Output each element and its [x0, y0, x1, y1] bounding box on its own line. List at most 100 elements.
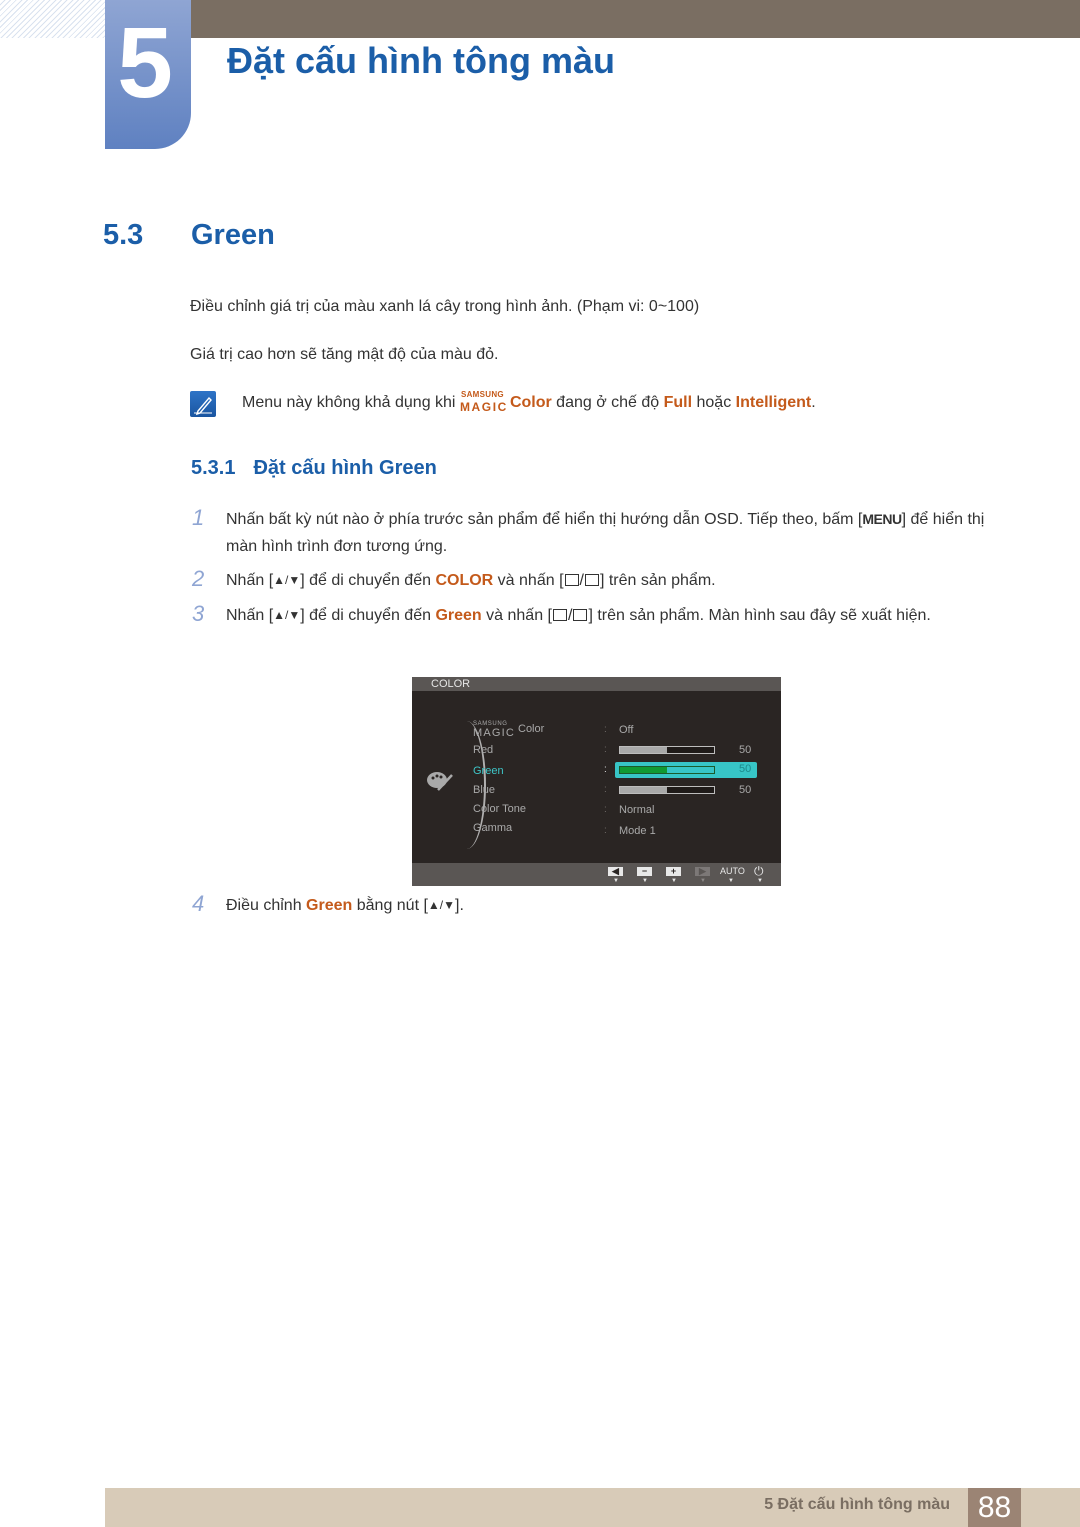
down-marker-icon: ▼: [642, 878, 648, 884]
up-down-arrows-icon: ▲/▼: [427, 898, 456, 912]
osd-colon: :: [604, 724, 607, 735]
osd-colon: :: [604, 784, 607, 795]
osd-magic-word: Color: [518, 723, 545, 735]
step-1: Nhấn bất kỳ nút nào ở phía trước sản phẩ…: [226, 506, 1006, 560]
step-3: Nhấn [▲/▼] để di chuyển đến Green và nhấ…: [226, 602, 1006, 629]
up-down-arrows-icon: ▲/▼: [273, 608, 301, 622]
step-number: 3: [192, 601, 205, 626]
paragraph-density: Giá trị cao hơn sẽ tăng mật độ của màu đ…: [190, 346, 499, 363]
note-prefix: Menu này không khả dụng khi: [242, 394, 460, 411]
osd-colon: :: [604, 825, 607, 836]
step-text: ].: [455, 897, 464, 914]
step-4: Điều chỉnh Green bằng nút [▲/▼].: [226, 892, 1006, 919]
osd-gamma-value: Mode 1: [619, 825, 656, 837]
mode-intelligent: Intelligent: [735, 394, 812, 411]
step-text: ] để di chuyển đến: [300, 607, 436, 624]
power-icon[interactable]: ⏻: [754, 864, 764, 879]
note-text: Menu này không khả dụng khi SAMSUNG MAGIC…: [242, 390, 816, 414]
step-text: và nhấn [: [493, 572, 564, 589]
osd-item-green[interactable]: Green: [473, 765, 504, 777]
palette-icon: [426, 769, 454, 798]
source-button-icon: [564, 574, 579, 586]
osd-title: COLOR: [431, 678, 471, 690]
step-text: Nhấn [: [226, 572, 274, 589]
plus-icon[interactable]: +: [666, 867, 681, 876]
up-down-arrows-icon: ▲/▼: [273, 573, 301, 587]
step-text: bằng nút [: [352, 897, 428, 914]
osd-slider-fill: [620, 767, 667, 773]
osd-green-highlight: 50: [615, 762, 757, 778]
mode-full: Full: [663, 394, 693, 411]
step-2: Nhấn [▲/▼] để di chuyển đến COLOR và nhấ…: [226, 567, 1006, 594]
osd-colon: :: [604, 744, 607, 755]
note-middle: đang ở chế độ: [551, 394, 664, 411]
down-marker-icon: ▼: [613, 878, 619, 884]
osd-green-slider[interactable]: [619, 766, 715, 774]
chapter-title: Đặt cấu hình tông màu: [227, 40, 616, 81]
header-hatch-pattern: [0, 0, 105, 38]
osd-screenshot: COLOR SAMSUNG MAGIC Color : Off Red : 50…: [412, 677, 781, 886]
osd-colon: :: [604, 764, 607, 775]
menu-key: MENU: [862, 511, 902, 527]
magic-small: SAMSUNG: [460, 390, 504, 399]
down-marker-icon: ▼: [671, 878, 677, 884]
step-text: Điều chỉnh: [226, 897, 307, 914]
step-number: 1: [192, 505, 205, 530]
step-number: 4: [192, 891, 205, 916]
right-arrow-icon: ▶: [695, 867, 710, 876]
osd-colon: :: [604, 804, 607, 815]
osd-red-slider[interactable]: [619, 746, 715, 754]
step-text: Nhấn bất kỳ nút nào ở phía trước sản phẩ…: [226, 511, 863, 528]
step-text: ] trên sản phẩm.: [599, 572, 716, 589]
enter-button-icon: [573, 609, 588, 621]
minus-icon[interactable]: −: [637, 867, 652, 876]
osd-blue-slider[interactable]: [619, 786, 715, 794]
subsection-heading: 5.3.1 Đặt cấu hình Green: [191, 457, 437, 480]
osd-color-tone-value: Normal: [619, 804, 655, 816]
chapter-number: 5: [117, 7, 173, 119]
step-text: và nhấn [: [481, 607, 552, 624]
down-marker-icon: ▼: [700, 878, 706, 884]
subsection-title: Đặt cấu hình Green: [253, 457, 437, 479]
osd-magic-big: MAGIC: [473, 727, 516, 739]
section-number: 5.3: [103, 219, 144, 251]
osd-slider-fill: [620, 747, 667, 753]
note-or: hoặc: [692, 394, 736, 411]
osd-footer: ◀ ▼ − ▼ + ▼ ▶ ▼ AUTO ▼ ⏻ ▼: [412, 863, 781, 886]
down-marker-icon: ▼: [728, 878, 734, 884]
step-target: COLOR: [435, 572, 494, 589]
header-bar: [190, 0, 1080, 38]
footer-chapter-title: 5 Đặt cấu hình tông màu: [764, 1496, 950, 1513]
step-target: Green: [306, 897, 353, 914]
magic-color-word: Color: [509, 394, 552, 411]
osd-slider-fill: [620, 787, 667, 793]
paragraph-range: Điều chỉnh giá trị của màu xanh lá cây t…: [190, 298, 700, 315]
osd-magic-value: Off: [619, 724, 634, 736]
step-text: ] trên sản phẩm. Màn hình sau đây sẽ xuấ…: [588, 607, 931, 624]
left-arrow-icon[interactable]: ◀: [608, 867, 623, 876]
down-marker-icon: ▼: [757, 878, 763, 884]
step-target: Green: [435, 607, 482, 624]
note-pencil-icon: [190, 391, 216, 417]
step-number: 2: [192, 566, 205, 591]
subsection-number: 5.3.1: [191, 457, 236, 479]
section-title: Green: [191, 219, 275, 251]
osd-item-color-tone[interactable]: Color Tone: [473, 803, 526, 815]
note-end: .: [811, 394, 816, 411]
osd-blue-value: 50: [739, 784, 752, 796]
enter-button-icon: [584, 574, 599, 586]
osd-item-red[interactable]: Red: [473, 744, 493, 756]
magic-big: MAGIC: [459, 400, 508, 414]
step-text: ] để di chuyển đến: [300, 572, 436, 589]
step-text: Nhấn [: [226, 607, 274, 624]
page-footer: 5 Đặt cấu hình tông màu: [105, 1488, 1080, 1527]
magic-logo: SAMSUNG MAGIC: [459, 390, 510, 414]
osd-item-blue[interactable]: Blue: [473, 784, 495, 796]
osd-item-gamma[interactable]: Gamma: [473, 822, 512, 834]
auto-button[interactable]: AUTO: [720, 866, 745, 876]
osd-green-value: 50: [739, 763, 752, 775]
source-button-icon: [552, 609, 567, 621]
osd-header: COLOR: [412, 677, 781, 691]
chapter-number-box: 5: [105, 0, 191, 149]
osd-red-value: 50: [739, 744, 752, 756]
